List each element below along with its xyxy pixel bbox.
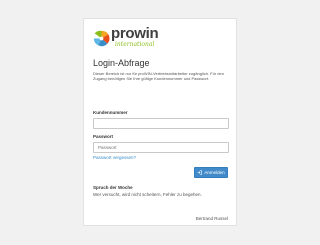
- quote-author: Bertrand Russel: [195, 216, 228, 221]
- brand-logo[interactable]: prowin international: [93, 25, 159, 51]
- password-label: Passwort: [93, 134, 114, 139]
- prowin-flower-icon: [93, 30, 110, 47]
- intro-text: Dieser Bereich ist nur für proWIN-Vertri…: [93, 71, 224, 81]
- customer-number-input[interactable]: [93, 118, 229, 129]
- brand-name: prowin: [111, 25, 159, 42]
- customer-number-label: Kundennummer: [93, 110, 128, 115]
- login-card: prowin international Login-Abfrage Diese…: [83, 18, 237, 226]
- brand-subtitle: international: [115, 41, 155, 48]
- quote-text: Wer versucht, wird nicht scheitern, Fehl…: [93, 192, 202, 197]
- page-title: Login-Abfrage: [93, 58, 150, 68]
- password-input[interactable]: [93, 142, 229, 153]
- sign-in-icon: [197, 170, 203, 175]
- forgot-password-link[interactable]: Passwort vergessen?: [93, 155, 136, 161]
- login-button[interactable]: Anmelden: [194, 167, 228, 178]
- login-button-label: Anmelden: [204, 170, 225, 175]
- quote-heading: Spruch der Woche: [93, 185, 133, 190]
